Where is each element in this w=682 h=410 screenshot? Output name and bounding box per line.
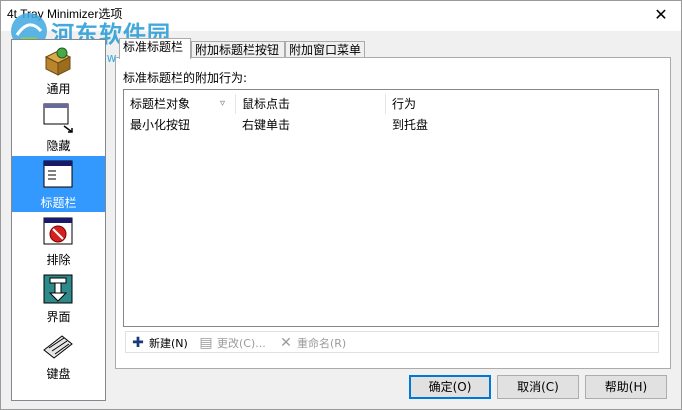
column-header-mouse-click[interactable]: 鼠标点击 [236,94,386,114]
nav-item-general[interactable]: 通用 [12,42,105,98]
nav-item-keyboard[interactable]: 键盘 [12,327,105,383]
exclude-window-icon [43,217,73,245]
titlebar-window-icon [43,160,73,188]
new-button[interactable]: ✚ 新建(N) [130,334,188,352]
nav-item-label: 通用 [46,82,71,96]
cell-action: 到托盘 [392,118,429,132]
column-header-label: 行为 [392,97,417,111]
hide-window-icon [43,103,73,133]
close-icon[interactable]: ✕ [651,5,671,25]
edit-icon: ▤ [199,335,213,351]
keyboard-icon [43,335,73,359]
column-header-label: 标题栏对象 [130,97,191,111]
nav-item-titlebar[interactable]: 标题栏 [12,156,105,212]
tab-label: 附加标题栏按钮 [195,43,280,57]
edit-label: 更改(C)... [217,337,266,350]
tab-label: 附加窗口菜单 [289,43,362,57]
interface-tray-icon [43,274,73,304]
nav-item-label: 排除 [46,253,71,267]
nav-item-hide[interactable]: 隐藏 [12,99,105,155]
behavior-list[interactable]: 标题栏对象 ▿ 鼠标点击 行为 最小化按钮 右键单击 到托盘 [123,89,659,327]
options-dialog: 4t Tray Minimizer选项 ✕ 河东软件园 www.pc0359.c… [0,0,682,410]
category-list: 通用 隐藏 标题栏 排除 界面 键盘 [11,39,106,401]
tab-standard-titlebar[interactable]: 标准标题栏 [119,38,191,59]
nav-item-label: 标题栏 [40,196,77,210]
general-box-icon [44,47,72,76]
cell-titlebar-object: 最小化按钮 [130,118,191,132]
nav-item-label: 界面 [46,310,71,324]
rename-label: 重命名(R) [297,337,347,350]
nav-item-interface[interactable]: 界面 [12,270,105,326]
window-title: 4t Tray Minimizer选项 [7,7,123,21]
rename-button[interactable]: ✕ 重命名(R) [278,334,346,352]
plus-icon: ✚ [132,335,144,351]
help-button[interactable]: 帮助(H) [585,375,667,399]
cell-mouse-click: 右键单击 [242,118,291,132]
nav-item-label: 隐藏 [46,139,71,153]
nav-item-label: 键盘 [46,367,71,381]
column-header-action[interactable]: 行为 [386,94,658,114]
section-label: 标准标题栏的附加行为: [123,71,248,85]
sort-arrow-icon: ▿ [220,98,226,109]
nav-item-exclude[interactable]: 排除 [12,213,105,269]
column-header-titlebar-object[interactable]: 标题栏对象 ▿ [124,94,236,114]
column-header-label: 鼠标点击 [242,97,291,111]
tab-label: 标准标题栏 [123,40,184,54]
ok-button[interactable]: 确定(O) [409,375,491,399]
list-toolbar: ✚ 新建(N) ▤ 更改(C)... ✕ 重命名(R) [125,331,659,353]
delete-x-icon: ✕ [280,335,292,351]
cancel-button[interactable]: 取消(C) [497,375,579,399]
title-bar: 4t Tray Minimizer选项 ✕ [1,1,681,31]
new-label: 新建(N) [149,337,188,350]
edit-button[interactable]: ▤ 更改(C)... [198,334,266,352]
